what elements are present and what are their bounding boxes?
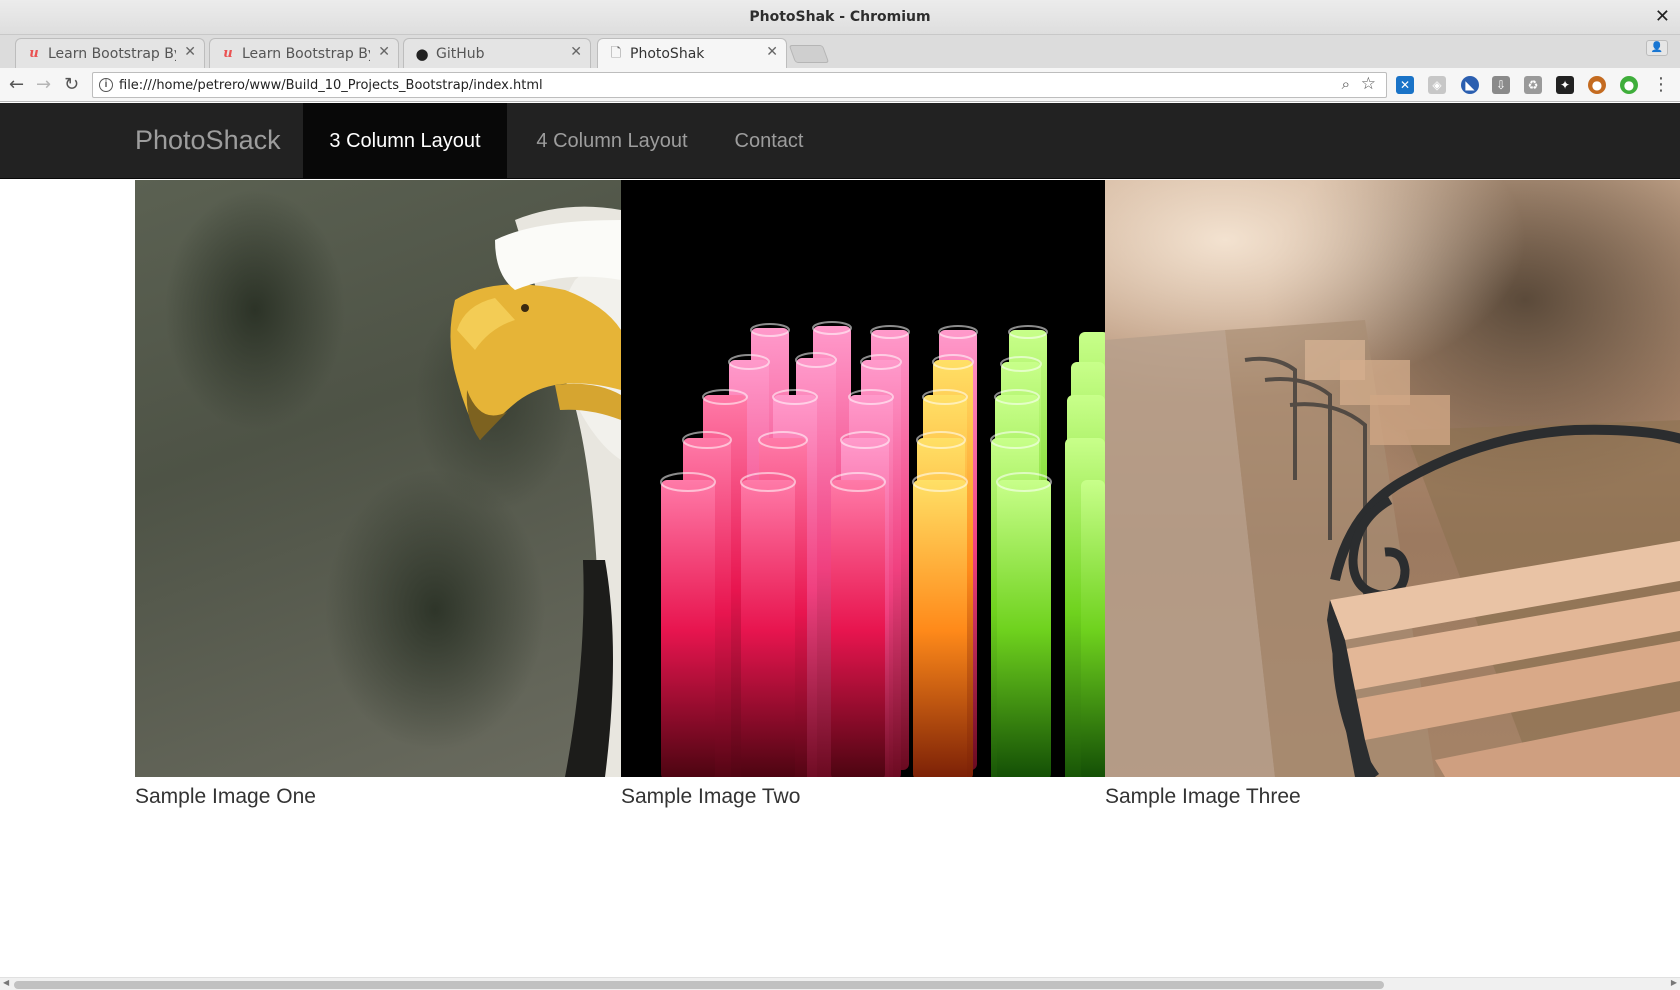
zoom-icon[interactable]: ⌕ — [1342, 76, 1350, 93]
nav-4-column-layout[interactable]: 4 Column Layout — [507, 103, 717, 179]
tab-close-icon[interactable]: ✕ — [184, 44, 196, 60]
eagle-graphic — [450, 206, 621, 777]
bench-graphic — [1105, 320, 1680, 777]
nav-3-column-layout[interactable]: 3 Column Layout — [303, 103, 507, 179]
tab-github[interactable]: ● GitHub ✕ — [403, 38, 591, 68]
bookmark-star-icon[interactable]: ☆ — [1361, 74, 1376, 94]
new-tab-button[interactable] — [788, 45, 830, 63]
extension-bluesky-icon[interactable]: ✕ — [1396, 76, 1414, 94]
nav-contact[interactable]: Contact — [717, 103, 821, 179]
udemy-icon: u — [223, 46, 233, 61]
back-arrow-icon[interactable]: ← — [9, 74, 24, 95]
tab-close-icon[interactable]: ✕ — [378, 44, 390, 60]
scroll-left-icon[interactable]: ◀ — [3, 978, 9, 987]
info-icon[interactable]: i — [99, 78, 113, 92]
extension-orange-icon[interactable]: ● — [1588, 76, 1606, 94]
tab-label: GitHub — [436, 46, 485, 62]
menu-kebab-icon[interactable]: ⋮ — [1652, 74, 1670, 95]
scrollbar-thumb[interactable] — [14, 981, 1384, 989]
tab-label: Learn Bootstrap By — [48, 46, 176, 62]
extension-sail-icon[interactable]: ◣ — [1461, 76, 1479, 94]
extension-shield-icon[interactable]: ◈ — [1428, 76, 1446, 94]
window-title: PhotoShak - Chromium — [749, 9, 931, 25]
forward-arrow-icon[interactable]: → — [36, 74, 51, 95]
github-icon: ● — [415, 45, 429, 63]
sample-image-one[interactable] — [135, 180, 621, 777]
window-close-icon[interactable]: ✕ — [1655, 6, 1670, 27]
image-caption: Sample Image Two — [621, 785, 801, 808]
tab-close-icon[interactable]: ✕ — [570, 44, 582, 60]
address-url[interactable]: file:///home/petrero/www/Build_10_Projec… — [119, 78, 543, 93]
scroll-right-icon[interactable]: ▶ — [1671, 978, 1677, 987]
tab-strip: u Learn Bootstrap By ✕ u Learn Bootstrap… — [0, 35, 1680, 69]
straws-graphic — [660, 321, 1105, 777]
tab-label: PhotoShak — [630, 46, 705, 62]
site-navbar: PhotoShack 3 Column Layout 4 Column Layo… — [0, 103, 1680, 179]
sample-image-three[interactable] — [1105, 180, 1680, 777]
tab-photoshak[interactable]: 🗋 PhotoShak ✕ — [597, 38, 787, 69]
browser-toolbar: ← → ↻ i file:///home/petrero/www/Build_1… — [0, 68, 1680, 102]
extension-bird-icon[interactable]: ✦ — [1556, 76, 1574, 94]
tab-learn-bootstrap-1[interactable]: u Learn Bootstrap By ✕ — [15, 38, 205, 68]
profile-icon[interactable]: 👤 — [1646, 40, 1668, 56]
reload-icon[interactable]: ↻ — [64, 74, 79, 95]
tab-close-icon[interactable]: ✕ — [766, 44, 778, 60]
horizontal-scrollbar[interactable]: ◀ ▶ — [0, 977, 1680, 990]
page-viewport: PhotoShack 3 Column Layout 4 Column Layo… — [0, 103, 1680, 977]
page-icon: 🗋 — [610, 46, 622, 61]
window-titlebar: PhotoShak - Chromium ✕ — [0, 0, 1680, 35]
address-bar[interactable]: i file:///home/petrero/www/Build_10_Proj… — [92, 72, 1387, 98]
image-caption: Sample Image One — [135, 785, 316, 808]
extension-green-icon[interactable]: ● — [1620, 76, 1638, 94]
extension-recycle-icon[interactable]: ♻ — [1524, 76, 1542, 94]
tab-learn-bootstrap-2[interactable]: u Learn Bootstrap By ✕ — [209, 38, 399, 68]
navbar-brand[interactable]: PhotoShack — [135, 125, 281, 156]
image-caption: Sample Image Three — [1105, 785, 1301, 808]
udemy-icon: u — [29, 46, 39, 61]
sample-image-two[interactable] — [621, 180, 1105, 777]
extension-download-icon[interactable]: ⇩ — [1492, 76, 1510, 94]
tab-label: Learn Bootstrap By — [242, 46, 370, 62]
